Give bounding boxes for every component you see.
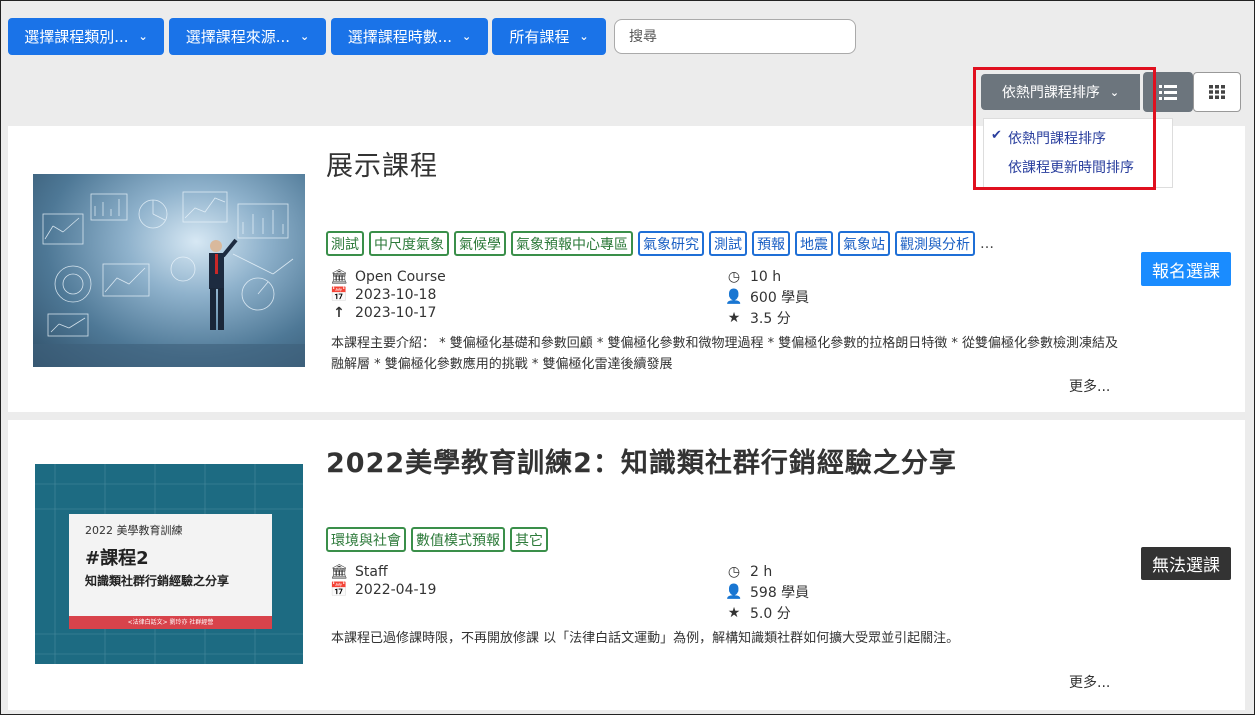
hours-filter-button[interactable]: 選擇課程時數... ⌄	[331, 18, 488, 55]
course-description: 本課程已過修課時限，不再開放修課 以「法律白話文運動」為例，解構知識類社群如何擴…	[331, 631, 960, 646]
course-students: 👤 600 學員	[725, 288, 810, 306]
category-filter-label: 選擇課程類別...	[24, 28, 129, 46]
user-icon: 👤	[725, 289, 743, 305]
enroll-closed-button[interactable]: 無法選課	[1141, 547, 1231, 580]
tag-list: 測試 中尺度氣象 氣候學 氣象預報中心專區 氣象研究 測試 預報 地震 氣象站 …	[326, 231, 994, 256]
chevron-down-icon: ⌄	[138, 30, 148, 43]
grid-icon	[1209, 85, 1225, 99]
chevron-down-icon: ⌄	[300, 30, 310, 43]
tag[interactable]: 氣象研究	[638, 231, 704, 256]
hours-label: 2 h	[750, 564, 773, 580]
course-students: 👤 598 學員	[725, 583, 810, 601]
enroll-button[interactable]: 報名選課	[1141, 252, 1231, 286]
course-source: 🏛 Staff	[330, 563, 388, 581]
category-filter-button[interactable]: 選擇課程類別... ⌄	[8, 18, 164, 55]
source-label: Staff	[355, 564, 388, 580]
tag[interactable]: 預報	[752, 231, 790, 256]
course-update-date: ↑ 2023-10-17	[331, 304, 436, 322]
tag[interactable]: 氣候學	[454, 231, 506, 256]
star-icon: ★	[727, 605, 741, 621]
chevron-down-icon: ⌄	[462, 30, 472, 43]
thumbnail-line1: 2022 美學教育訓練	[85, 524, 183, 537]
sort-dropdown-button[interactable]: 依熱門課程排序 ⌄	[981, 74, 1140, 110]
tag[interactable]: 測試	[709, 231, 747, 256]
course-date: 📅 2022-04-19	[330, 581, 437, 599]
more-link[interactable]: 更多...	[1069, 376, 1110, 396]
rating-label: 5.0 分	[750, 606, 791, 622]
search-input[interactable]	[614, 19, 856, 54]
course-date: 📅 2023-10-18	[330, 286, 437, 304]
business-graphics-image	[33, 191, 305, 367]
arrow-up-icon: ↑	[333, 305, 345, 321]
tag[interactable]: 地震	[795, 231, 833, 256]
course-thumbnail[interactable]	[33, 174, 305, 367]
thumbnail-line3: 知識類社群行銷經驗之分享	[85, 574, 230, 588]
chevron-down-icon: ⌄	[579, 30, 589, 43]
source-filter-label: 選擇課程來源...	[185, 28, 291, 46]
course-title[interactable]: 展示課程	[326, 144, 438, 183]
tag[interactable]: 觀測與分析	[895, 231, 975, 256]
course-title[interactable]: 2022美學教育訓練2：知識類社群行銷經驗之分享	[326, 441, 957, 480]
tag[interactable]: 中尺度氣象	[369, 231, 449, 256]
course-thumbnail[interactable]: 2022 美學教育訓練 #課程2 知識類社群行銷經驗之分享 <法律白話文> 劉玲…	[35, 464, 303, 664]
course-description: 本課程主要介紹： * 雙偏極化基礎和參數回顧 * 雙偏極化參數和微物理過程 * …	[331, 336, 1119, 372]
rating-label: 3.5 分	[750, 311, 791, 327]
sort-current-label: 依熱門課程排序	[1001, 85, 1100, 101]
update-date-label: 2023-10-17	[355, 305, 437, 321]
course-source: 🏛 Open Course	[330, 268, 446, 286]
course-card: 2022 美學教育訓練 #課程2 知識類社群行銷經驗之分享 <法律白話文> 劉玲…	[8, 420, 1245, 710]
tag[interactable]: 數值模式預報	[411, 527, 505, 552]
calendar-icon: 📅	[330, 287, 348, 303]
source-filter-button[interactable]: 選擇課程來源... ⌄	[169, 18, 326, 55]
all-courses-label: 所有課程	[509, 28, 570, 46]
list-icon	[1159, 84, 1177, 100]
course-hours: ◷ 10 h	[726, 268, 781, 286]
all-courses-button[interactable]: 所有課程 ⌄	[492, 18, 606, 55]
grid-view-button[interactable]	[1193, 72, 1241, 112]
thumbnail-footer: <法律白話文> 劉玲亦 社群經營	[69, 616, 272, 629]
institution-icon: 🏛	[330, 564, 348, 580]
tag-list: 環境與社會 數值模式預報 其它	[326, 527, 548, 552]
course-hours: ◷ 2 h	[726, 563, 772, 581]
tag[interactable]: 其它	[510, 527, 548, 552]
course-rating: ★ 5.0 分	[726, 604, 791, 622]
checkmark-icon: ✔	[991, 128, 1002, 143]
source-label: Open Course	[355, 269, 446, 285]
chevron-down-icon: ⌄	[1109, 85, 1120, 99]
tag[interactable]: 氣象預報中心專區	[511, 231, 633, 256]
institution-icon: 🏛	[330, 269, 348, 285]
more-link[interactable]: 更多...	[1069, 672, 1110, 692]
sort-option-updated[interactable]: 依課程更新時間排序	[1008, 157, 1134, 177]
more-tags-ellipsis: …	[980, 235, 994, 252]
date-label: 2022-04-19	[355, 582, 437, 598]
user-icon: 👤	[725, 584, 743, 600]
clock-icon: ◷	[727, 564, 741, 580]
star-icon: ★	[727, 310, 741, 326]
sort-menu: ✔ 依熱門課程排序 依課程更新時間排序	[983, 118, 1173, 188]
tag[interactable]: 氣象站	[838, 231, 890, 256]
list-view-button[interactable]	[1143, 72, 1193, 112]
students-label: 600 學員	[750, 290, 810, 306]
thumbnail-line2: #課程2	[85, 548, 149, 569]
tag[interactable]: 環境與社會	[326, 527, 406, 552]
hours-label: 10 h	[750, 269, 782, 285]
tag[interactable]: 測試	[326, 231, 364, 256]
students-label: 598 學員	[750, 585, 810, 601]
businessman-figure	[209, 238, 238, 330]
date-label: 2023-10-18	[355, 287, 437, 303]
thumbnail-card: 2022 美學教育訓練 #課程2 知識類社群行銷經驗之分享 <法律白話文> 劉玲…	[69, 514, 272, 629]
calendar-icon: 📅	[330, 582, 348, 598]
course-rating: ★ 3.5 分	[726, 309, 791, 327]
sort-option-popular[interactable]: 依熱門課程排序	[1008, 128, 1106, 148]
hours-filter-label: 選擇課程時數...	[347, 28, 453, 46]
clock-icon: ◷	[727, 269, 741, 285]
